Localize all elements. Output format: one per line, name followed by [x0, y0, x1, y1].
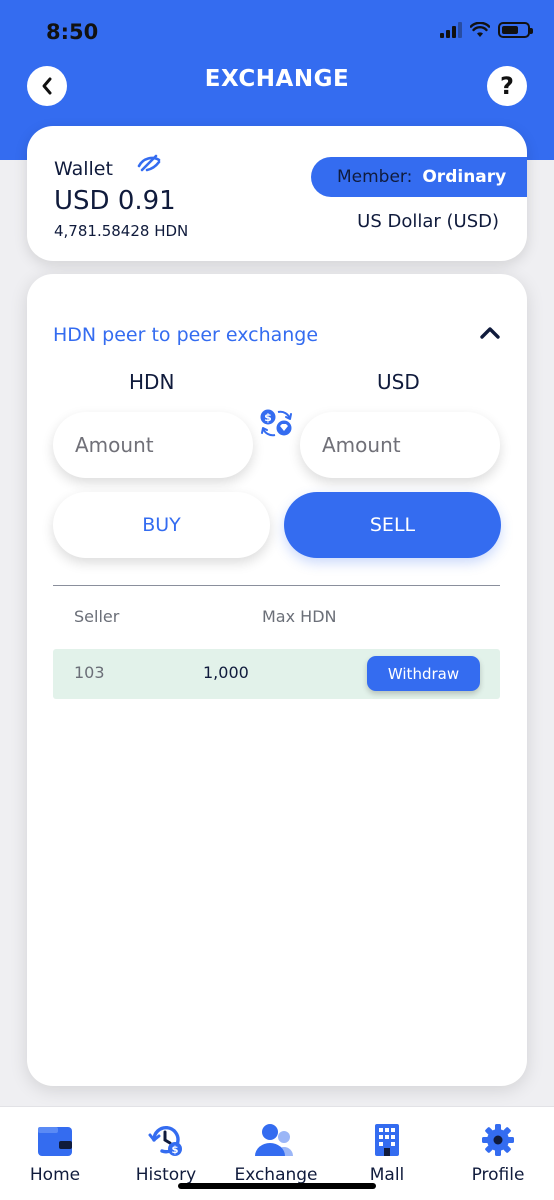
tab-history-label: History [135, 1165, 197, 1185]
hdn-balance: 4,781.58428 HDN [54, 222, 189, 240]
svg-text:$: $ [172, 1145, 179, 1156]
tab-home-label: Home [29, 1165, 81, 1185]
wallet-icon [38, 1127, 72, 1156]
svg-text:$: $ [264, 411, 272, 424]
status-bar: 8:50 [0, 0, 554, 64]
member-badge: Member: Ordinary [311, 157, 527, 197]
swap-currency-icon[interactable]: $ [259, 408, 295, 438]
section-title[interactable]: HDN peer to peer exchange [53, 324, 318, 346]
users-icon [255, 1124, 293, 1156]
max-hdn-column-header: Max HDN [262, 607, 337, 626]
building-icon [375, 1124, 399, 1156]
seller-column-header: Seller [74, 607, 120, 626]
status-icons [440, 22, 533, 38]
hide-balance-icon[interactable] [137, 154, 161, 172]
buy-button[interactable]: BUY [53, 492, 270, 558]
history-icon: $ [148, 1125, 182, 1156]
currency-name: US Dollar (USD) [357, 211, 499, 232]
tab-profile-label: Profile [471, 1165, 525, 1185]
seller-cell: 103 [74, 663, 105, 682]
hdn-amount-input[interactable] [53, 412, 253, 478]
usd-column-label: USD [377, 370, 420, 394]
tab-exchange-label: Exchange [234, 1165, 318, 1185]
sell-button[interactable]: SELL [284, 492, 501, 558]
wallet-card: Wallet USD 0.91 4,781.58428 HDN Member: … [27, 126, 527, 261]
usd-balance: USD 0.91 [54, 186, 176, 216]
page-title: EXCHANGE [204, 66, 350, 92]
tab-exchange[interactable]: Exchange [221, 1117, 331, 1185]
usd-amount-input[interactable] [300, 412, 500, 478]
member-label: Member: [337, 167, 413, 187]
tab-profile[interactable]: Profile [443, 1117, 553, 1185]
exchange-card: HDN peer to peer exchange HDN USD $ BUY … [27, 274, 527, 1086]
tab-history[interactable]: $ History [111, 1117, 221, 1185]
signal-icon [440, 22, 462, 38]
gear-icon [482, 1124, 514, 1156]
divider [53, 585, 500, 586]
tab-home[interactable]: Home [0, 1117, 110, 1185]
member-level: Ordinary [422, 167, 507, 187]
withdraw-button[interactable]: Withdraw [367, 656, 480, 691]
tab-mall[interactable]: Mall [332, 1117, 442, 1185]
wallet-label: Wallet [54, 158, 113, 180]
wifi-icon [470, 22, 490, 37]
max-hdn-cell: 1,000 [203, 663, 249, 682]
status-time: 8:50 [46, 20, 99, 44]
battery-icon [498, 22, 533, 38]
tab-mall-label: Mall [369, 1165, 405, 1185]
help-button[interactable]: ? [487, 66, 527, 106]
home-indicator [178, 1183, 376, 1189]
table-row: 103 1,000 Withdraw [53, 649, 500, 699]
chevron-up-icon[interactable] [479, 324, 501, 340]
hdn-column-label: HDN [129, 370, 175, 394]
